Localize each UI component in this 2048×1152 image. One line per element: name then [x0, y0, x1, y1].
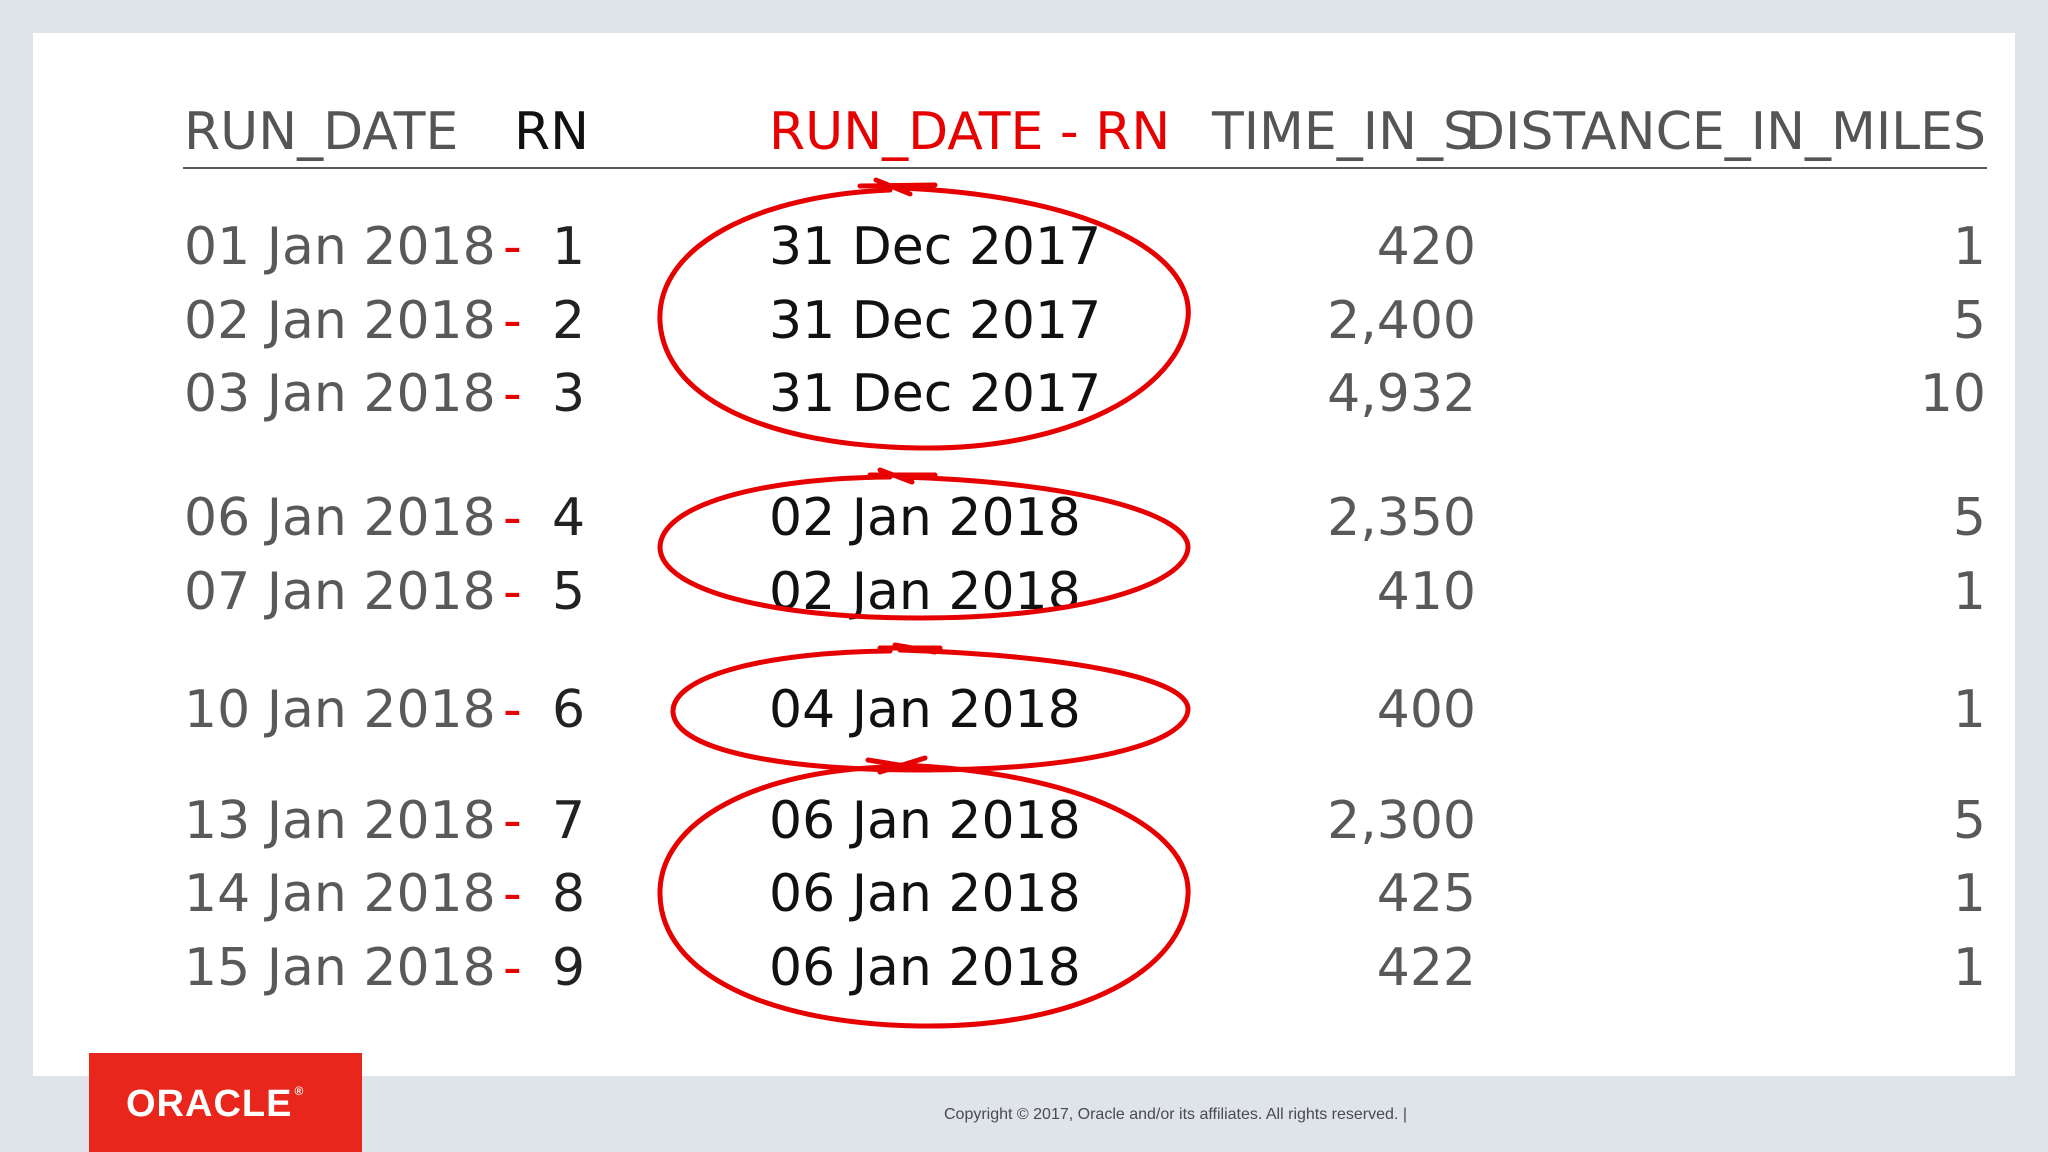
- group-circle: [657, 762, 1191, 1029]
- group-annotations: [657, 177, 1191, 1029]
- registered-mark: ®: [294, 1084, 305, 1098]
- group-circle: [657, 474, 1191, 621]
- logo-text: ORACLE: [126, 1083, 293, 1125]
- group-circle: [670, 647, 1191, 773]
- group-circle: [657, 185, 1191, 451]
- oracle-logo: ORACLE ®: [89, 1053, 362, 1152]
- copyright-footer: Copyright © 2017, Oracle and/or its affi…: [944, 1106, 1407, 1123]
